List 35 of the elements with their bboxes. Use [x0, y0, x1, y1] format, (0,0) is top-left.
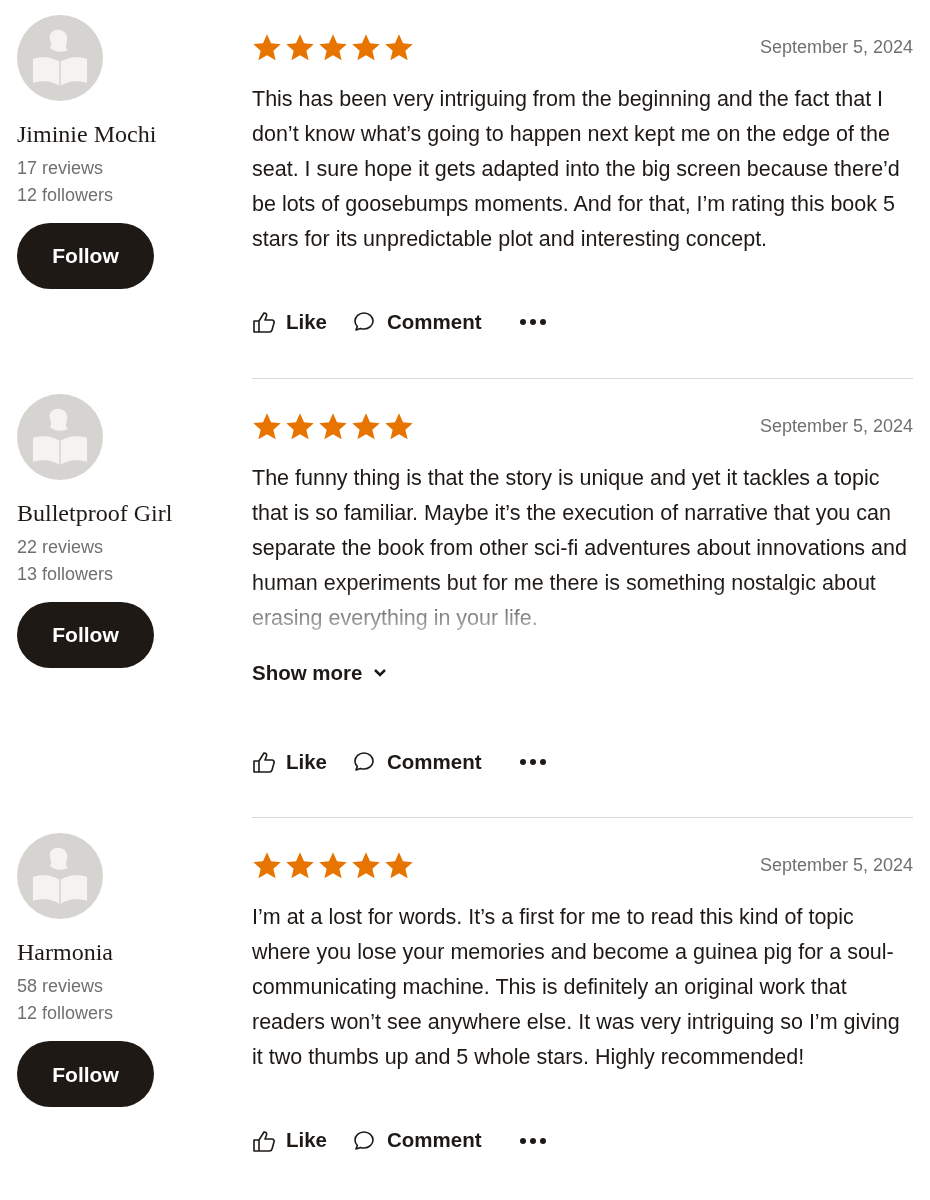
- follow-button[interactable]: Follow: [17, 601, 154, 668]
- reviewer-name[interactable]: Bulletproof Girl: [17, 497, 252, 528]
- like-button[interactable]: Like: [252, 1125, 328, 1156]
- review-count: 17 reviews: [17, 157, 105, 180]
- avatar-icon: [17, 833, 103, 920]
- follower-count: 13 followers: [17, 562, 115, 586]
- show-more-button[interactable]: Show more: [252, 657, 387, 689]
- follower-count: 12 followers: [17, 184, 115, 207]
- chevron-down-icon: [372, 668, 387, 679]
- avatar-icon: [17, 15, 103, 101]
- thumbs-up-icon: [252, 750, 276, 773]
- avatar-icon: [17, 393, 103, 480]
- review-text: I’m at a lost for words. It’s a first for me to read this kind of topic where you lose your memories and become a guinea pig for a soul-communicating machine. This is definitely an original work that readers won’t see anywhere else. It was very intriguing so I’m giving it two thumbs up and 5 whole stars. Highly recommended!: [252, 904, 901, 1072]
- follow-button[interactable]: Follow: [17, 223, 154, 289]
- reviewer-name[interactable]: Jiminie Mochi: [17, 119, 252, 149]
- review-count: 58 reviews: [17, 975, 105, 999]
- comment-button[interactable]: Comment: [353, 1125, 482, 1156]
- thumbs-up-icon: [252, 311, 276, 334]
- comment-button[interactable]: Comment: [353, 307, 482, 338]
- speech-bubble-icon: [353, 750, 376, 773]
- review-count: 22 reviews: [17, 535, 105, 559]
- comment-button[interactable]: Comment: [353, 746, 482, 778]
- follower-count: 12 followers: [17, 1002, 115, 1026]
- review-text: The funny thing is that the story is unique and yet it tackles a topic that is so familiar. Maybe it’s the execution of narrative that you can separate the book from other sci-fi adventures about innovations and human experiments but for me there is something nostalgic about erasing everything in your life.: [252, 464, 908, 632]
- speech-bubble-icon: [353, 311, 376, 334]
- like-button[interactable]: Like: [252, 307, 328, 338]
- like-button[interactable]: Like: [252, 746, 328, 778]
- reviewer-name[interactable]: Harmonia: [17, 937, 252, 968]
- review-date: September 5, 2024: [759, 854, 913, 878]
- review-text: This has been very intriguing from the beginning and the fact that I don’t know what’s going to happen next kept me on the edge of the seat. I sure hope it gets adapted into the big screen because there’d be lots of goosebumps moments. And for that, I’m rating this book 5 stars for its unpredictable plot and interesting concept.: [252, 86, 901, 253]
- review-date: September 5, 2024: [759, 414, 913, 438]
- speech-bubble-icon: [353, 1129, 376, 1152]
- follow-button[interactable]: Follow: [17, 1041, 154, 1108]
- thumbs-up-icon: [252, 1129, 276, 1152]
- review-date: September 5, 2024: [759, 36, 913, 59]
